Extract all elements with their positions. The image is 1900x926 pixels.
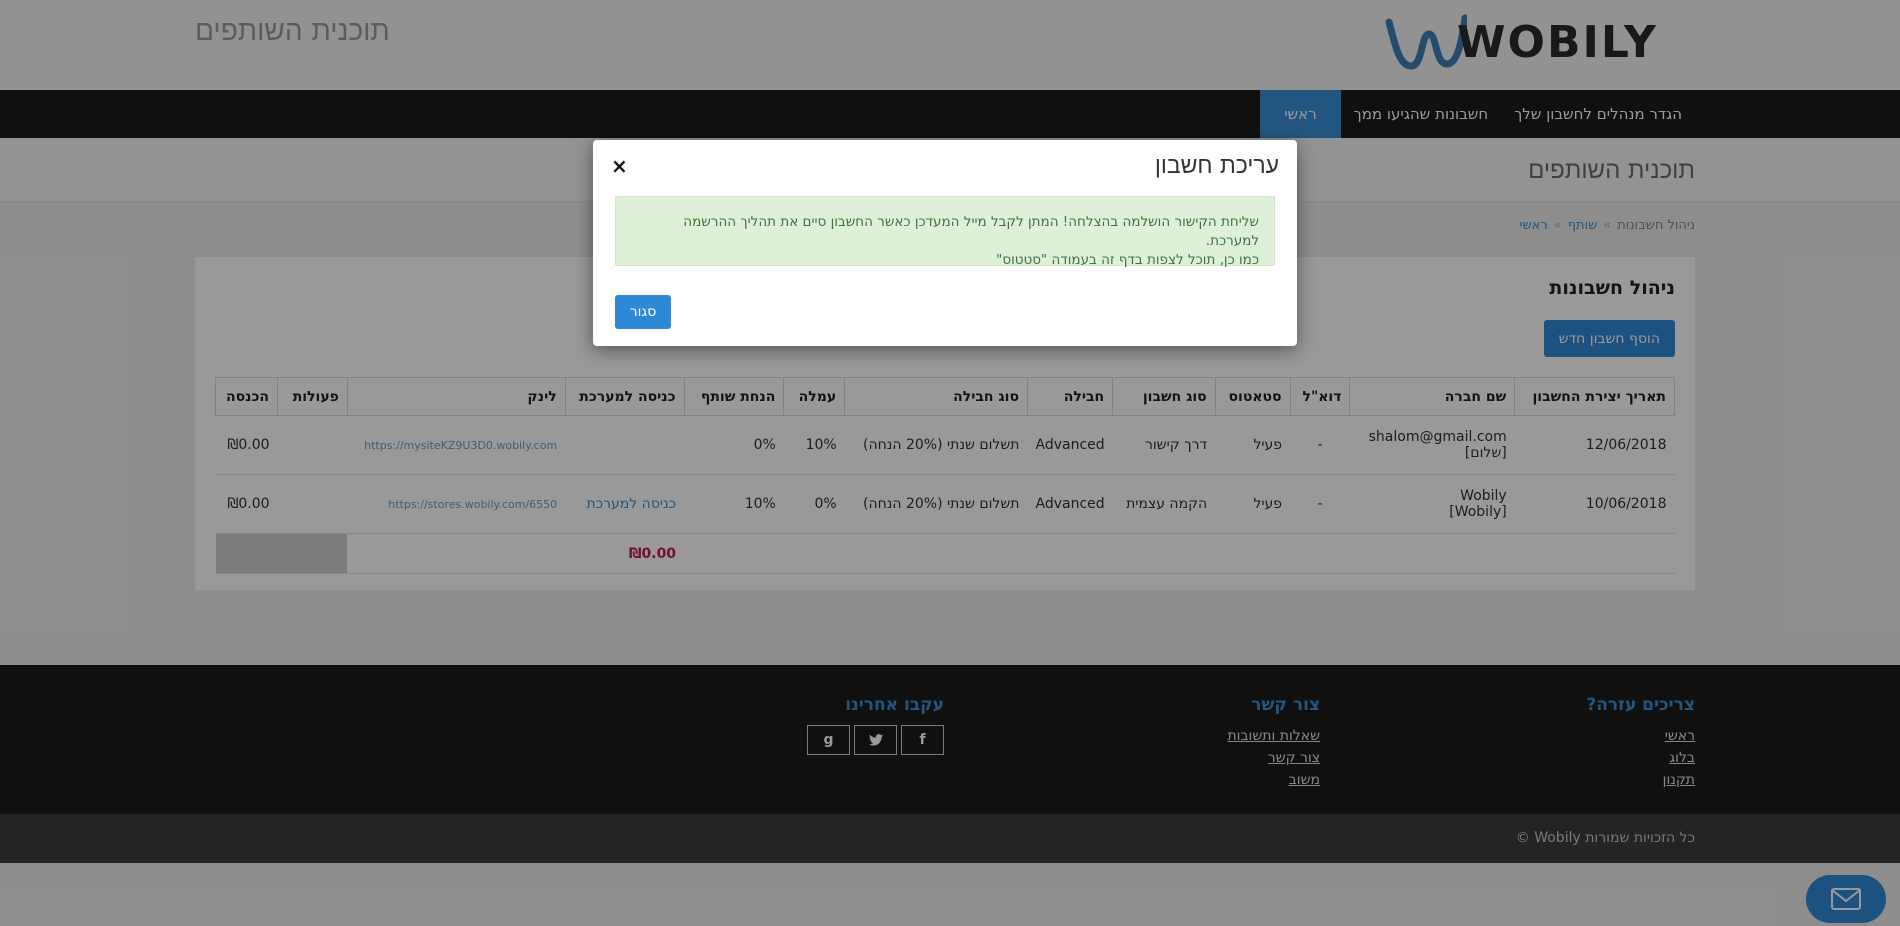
- success-alert: שליחת הקישור הושלמה בהצלחה! המתן לקבל מי…: [615, 196, 1275, 268]
- edit-account-modal: עריכת חשבון × שליחת הקישור הושלמה בהצלחה…: [593, 140, 1297, 346]
- modal-title: עריכת חשבון: [1154, 153, 1279, 179]
- alert-line-2: כמו כן, תוכל לצפות בדף זה בעמודה "סטטוס": [996, 252, 1259, 268]
- modal-close-button[interactable]: סגור: [615, 295, 671, 329]
- alert-line-1: שליחת הקישור הושלמה בהצלחה! המתן לקבל מי…: [683, 214, 1259, 249]
- app-root: תוכנית השותפים WOBILY ראשי חשבונות שהגיע…: [0, 0, 1900, 926]
- modal-close-icon[interactable]: ×: [611, 154, 628, 178]
- modal-backdrop[interactable]: [0, 0, 1900, 926]
